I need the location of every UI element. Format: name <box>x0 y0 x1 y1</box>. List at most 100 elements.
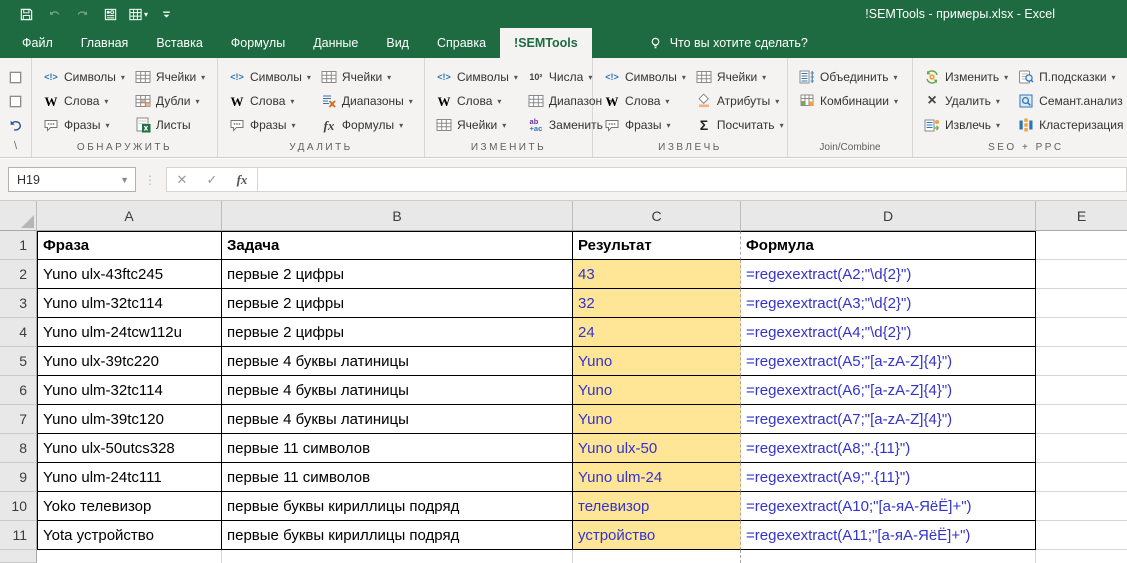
cell-E2[interactable] <box>1036 260 1127 289</box>
cell-D11[interactable]: =regexextract(A11;"[а-яА-ЯёЁ]+") <box>741 521 1036 550</box>
insert-function-button[interactable]: fx <box>227 172 257 188</box>
посчитать-button[interactable]: ΣПосчитать▾ <box>693 113 791 137</box>
column-header-D[interactable]: D <box>741 201 1036 231</box>
cell-E11[interactable] <box>1036 521 1127 550</box>
cell-E6[interactable] <box>1036 376 1127 405</box>
chevron-down-icon[interactable]: ▼ <box>120 175 135 185</box>
undo-button[interactable] <box>42 3 66 25</box>
row-header-5[interactable]: 5 <box>0 347 37 376</box>
redo-button[interactable] <box>70 3 94 25</box>
name-box[interactable]: H19 ▼ <box>8 167 136 192</box>
cell-A8[interactable]: Yuno ulx-50utcs328 <box>37 434 222 463</box>
row-header-10[interactable]: 10 <box>0 492 37 521</box>
cell-E10[interactable] <box>1036 492 1127 521</box>
изменить-button[interactable]: Изменить▾ <box>921 65 1015 89</box>
cell-E8[interactable] <box>1036 434 1127 463</box>
cell-E3[interactable] <box>1036 289 1127 318</box>
row-header-7[interactable]: 7 <box>0 405 37 434</box>
cell-C3[interactable]: 32 <box>573 289 741 318</box>
enter-button[interactable]: ✓ <box>197 172 227 188</box>
п-подсказки-button[interactable]: П.подсказки▾ <box>1015 65 1127 89</box>
cell-A11[interactable]: Yota устройство <box>37 521 222 550</box>
cell-D9[interactable]: =regexextract(A9;".{11}") <box>741 463 1036 492</box>
column-header-A[interactable]: A <box>37 201 222 231</box>
ячейки-button[interactable]: Ячейки▾ <box>132 65 212 89</box>
слова-button[interactable]: WСлова▾ <box>601 89 693 113</box>
cell-B6[interactable]: первые 4 буквы латиницы <box>222 376 573 405</box>
tab-данные[interactable]: Данные <box>299 28 372 58</box>
cell-D4[interactable]: =regexextract(A4;"\d{2}") <box>741 318 1036 347</box>
cell-D10[interactable]: =regexextract(A10;"[а-яА-ЯёЁ]+") <box>741 492 1036 521</box>
cell-C5[interactable]: Yuno <box>573 347 741 376</box>
cell-C6[interactable]: Yuno <box>573 376 741 405</box>
row-header-3[interactable]: 3 <box>0 289 37 318</box>
row-header-8[interactable]: 8 <box>0 434 37 463</box>
row-header-2[interactable]: 2 <box>0 260 37 289</box>
комбинации-button[interactable]: Комбинации▾ <box>796 89 905 113</box>
cell-C12[interactable] <box>573 550 741 563</box>
семант-анализ-button[interactable]: Семант.анализ▾ <box>1015 89 1127 113</box>
column-header-E[interactable]: E <box>1036 201 1127 231</box>
cell-A1[interactable]: Фраза <box>37 231 222 260</box>
символы-button[interactable]: <!>Символы▾ <box>433 65 525 89</box>
formula-input[interactable] <box>258 167 1127 192</box>
ячейки-button[interactable]: Ячейки▾ <box>433 113 525 137</box>
объединить-button[interactable]: Объединить▾ <box>796 65 905 89</box>
cell-B9[interactable]: первые 11 символов <box>222 463 573 492</box>
cell-D2[interactable]: =regexextract(A2;"\d{2}") <box>741 260 1036 289</box>
tab-!semtools[interactable]: !SEMTools <box>500 28 592 58</box>
cancel-button[interactable]: ✕ <box>167 172 197 188</box>
checkbox-icon[interactable] <box>5 65 27 89</box>
cell-D7[interactable]: =regexextract(A7;"[a-zA-Z]{4}") <box>741 405 1036 434</box>
cell-B5[interactable]: первые 4 буквы латиницы <box>222 347 573 376</box>
cell-C1[interactable]: Результат <box>573 231 741 260</box>
column-header-B[interactable]: B <box>222 201 573 231</box>
фразы-button[interactable]: Фразы▾ <box>226 113 318 137</box>
row-header-1[interactable]: 1 <box>0 231 37 260</box>
листы-button[interactable]: Листы <box>132 113 212 137</box>
слова-button[interactable]: WСлова▾ <box>40 89 132 113</box>
cell-A7[interactable]: Yuno ulm-39tc120 <box>37 405 222 434</box>
cell-B7[interactable]: первые 4 буквы латиницы <box>222 405 573 434</box>
cell-B10[interactable]: первые буквы кириллицы подряд <box>222 492 573 521</box>
cell-A10[interactable]: Yoko телевизор <box>37 492 222 521</box>
tell-me[interactable]: Что вы хотите сделать? <box>648 28 808 58</box>
checkbox-icon[interactable] <box>5 89 27 113</box>
cell-A12[interactable] <box>37 550 222 563</box>
удалить-button[interactable]: ×Удалить▾ <box>921 89 1015 113</box>
cell-C2[interactable]: 43 <box>573 260 741 289</box>
кластеризация-button[interactable]: Кластеризация <box>1015 113 1127 137</box>
cell-E12[interactable] <box>1036 550 1127 563</box>
слова-button[interactable]: WСлова▾ <box>226 89 318 113</box>
cell-E5[interactable] <box>1036 347 1127 376</box>
ячейки-button[interactable]: Ячейки▾ <box>693 65 791 89</box>
cell-B2[interactable]: первые 2 цифры <box>222 260 573 289</box>
cell-D5[interactable]: =regexextract(A5;"[a-zA-Z]{4}") <box>741 347 1036 376</box>
cell-B11[interactable]: первые буквы кириллицы подряд <box>222 521 573 550</box>
cell-A2[interactable]: Yuno ulx-43ftc245 <box>37 260 222 289</box>
preview-button[interactable] <box>98 3 122 25</box>
row-header-4[interactable]: 4 <box>0 318 37 347</box>
tab-вид[interactable]: Вид <box>372 28 423 58</box>
cell-D8[interactable]: =regexextract(A8;".{11}") <box>741 434 1036 463</box>
column-header-C[interactable]: C <box>573 201 741 231</box>
диапазоны-button[interactable]: Диапазоны▾ <box>318 89 420 113</box>
ячейки-button[interactable]: Ячейки▾ <box>318 65 420 89</box>
tab-файл[interactable]: Файл <box>8 28 67 58</box>
атрибуты-button[interactable]: Атрибуты▾ <box>693 89 791 113</box>
select-all-corner[interactable] <box>0 201 37 231</box>
cell-C4[interactable]: 24 <box>573 318 741 347</box>
cell-E4[interactable] <box>1036 318 1127 347</box>
cell-D3[interactable]: =regexextract(A3;"\d{2}") <box>741 289 1036 318</box>
tab-главная[interactable]: Главная <box>67 28 143 58</box>
слова-button[interactable]: WСлова▾ <box>433 89 525 113</box>
cell-B8[interactable]: первые 11 символов <box>222 434 573 463</box>
tab-вставка[interactable]: Вставка <box>142 28 216 58</box>
cell-A4[interactable]: Yuno ulm-24tcw112u <box>37 318 222 347</box>
cell-A9[interactable]: Yuno ulm-24tc111 <box>37 463 222 492</box>
фразы-button[interactable]: Фразы▾ <box>40 113 132 137</box>
cell-A5[interactable]: Yuno ulx-39tc220 <box>37 347 222 376</box>
cell-A6[interactable]: Yuno ulm-32tc114 <box>37 376 222 405</box>
undo-blue-icon[interactable] <box>5 113 27 137</box>
cell-C9[interactable]: Yuno ulm-24 <box>573 463 741 492</box>
